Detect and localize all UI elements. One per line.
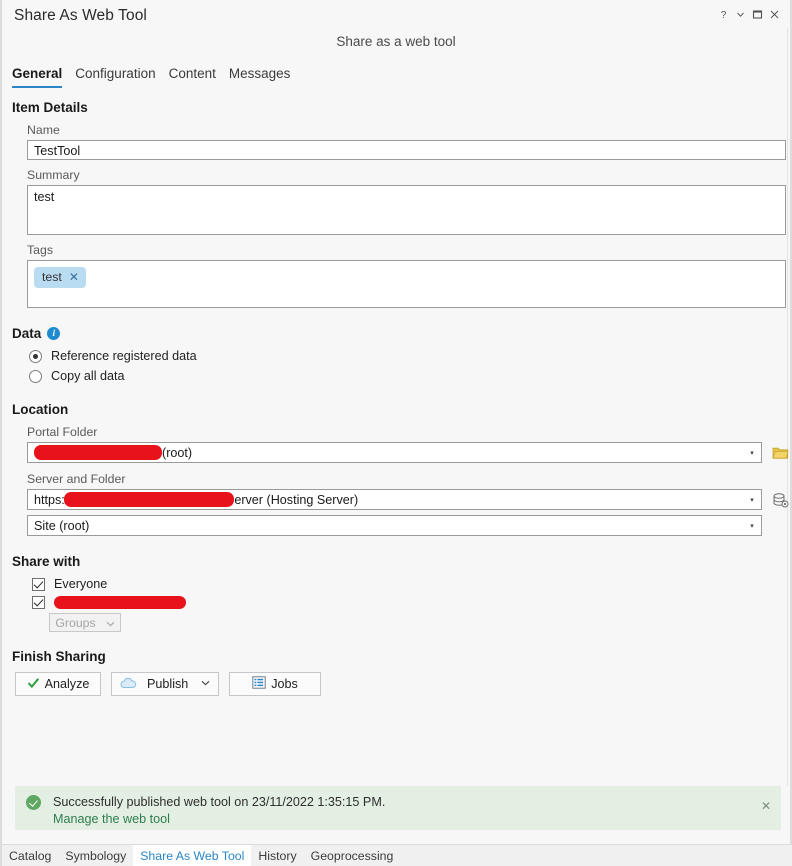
redaction-mark [64,492,235,507]
close-icon[interactable] [766,6,783,23]
checkbox-label: Everyone [54,577,108,591]
data-heading-label: Data [12,326,42,341]
name-input[interactable]: TestTool [27,140,786,160]
folder-icon[interactable] [771,444,789,462]
site-row: Site (root) ▾ [27,515,790,536]
status-message-text: Successfully published web tool on 23/11… [53,794,385,828]
chevron-down-icon[interactable]: ▾ [743,496,761,504]
server-settings-icon[interactable] [771,491,789,509]
jobs-label: Jobs [271,677,298,691]
checkbox-label-redacted [54,595,186,610]
radio-indicator [29,349,42,363]
server-value: https:/ erver (Hosting Server) [34,492,743,507]
site-value: Site (root) [34,518,90,533]
checkmark-icon [27,677,40,692]
groups-dropdown-button[interactable]: Groups [49,613,121,632]
page-title: Share As Web Tool [14,7,147,24]
data-heading: Data i [12,326,790,341]
panel-content: Item Details Name TestTool Summary test … [2,100,790,696]
server-prefix-text: https:/ [34,492,69,507]
server-suffix-text: erver (Hosting Server) [234,492,359,507]
dock-tab-share-as-web-tool[interactable]: Share As Web Tool [133,845,252,866]
chevron-down-icon[interactable] [732,6,749,23]
jobs-button[interactable]: Jobs [229,672,321,696]
finish-sharing-buttons: Analyze Publish Jobs [15,672,790,696]
analyze-label: Analyze [44,677,90,691]
success-icon [26,795,41,810]
finish-sharing-heading-label: Finish Sharing [12,649,106,664]
dock-tab-symbology[interactable]: Symbology [58,845,133,866]
radio-label: Copy all data [51,369,125,383]
checkbox-everyone[interactable]: Everyone [32,577,790,591]
server-dropdown[interactable]: https:/ erver (Hosting Server) ▾ [27,489,762,510]
chevron-down-icon [106,616,115,630]
checkbox-indicator [32,595,45,609]
tab-messages[interactable]: Messages [229,66,291,88]
tags-input[interactable]: test ✕ [27,260,786,308]
tag-remove-icon[interactable]: ✕ [69,271,79,283]
dock-tab-history[interactable]: History [251,845,303,866]
radio-reference-registered-data[interactable]: Reference registered data [29,349,790,363]
checkbox-indicator [32,577,45,591]
portal-folder-dropdown[interactable]: (root) ▾ [27,442,762,463]
summary-label: Summary [27,168,80,182]
redaction-mark [54,596,186,610]
manage-web-tool-link[interactable]: Manage the web tool [53,812,170,826]
tab-content[interactable]: Content [169,66,216,88]
close-icon[interactable]: ✕ [761,799,771,813]
server-and-folder-row: https:/ erver (Hosting Server) ▾ [27,489,790,510]
item-details-heading-label: Item Details [12,100,88,115]
panel-subtitle: Share as a web tool [336,34,456,49]
share-with-heading: Share with [12,554,790,569]
location-heading-label: Location [12,402,69,417]
tag-label: test [42,270,62,284]
finish-sharing-heading: Finish Sharing [12,649,790,664]
radio-label: Reference registered data [51,349,197,363]
chevron-down-icon[interactable]: ▾ [743,449,761,457]
status-message-line: Successfully published web tool on 23/11… [53,795,386,809]
chevron-down-icon[interactable]: ▾ [743,522,761,530]
cloud-icon [120,677,137,692]
redaction-mark [34,445,162,460]
radio-copy-all-data[interactable]: Copy all data [29,369,790,383]
name-label: Name [27,123,60,137]
dock-tab-bar: Catalog Symbology Share As Web Tool Hist… [2,844,792,866]
help-icon[interactable]: ? [715,6,732,23]
checkbox-redacted-group[interactable] [32,595,790,610]
server-and-folder-label: Server and Folder [27,472,126,486]
info-icon[interactable]: i [47,327,61,340]
share-as-web-tool-panel: Share As Web Tool ? Share as a web tool … [0,0,792,866]
tab-general[interactable]: General [12,66,63,88]
list-icon [252,676,266,692]
portal-folder-value: (root) [34,445,743,460]
location-heading: Location [12,402,790,417]
item-details-heading: Item Details [12,100,790,115]
svg-text:?: ? [721,10,727,20]
tags-label: Tags [27,243,53,257]
window-controls: ? [715,6,783,23]
chevron-down-icon[interactable] [201,680,212,688]
title-bar: Share As Web Tool ? [2,0,790,32]
analyze-button[interactable]: Analyze [15,672,101,696]
share-with-heading-label: Share with [12,554,81,569]
tag-chip[interactable]: test ✕ [34,267,86,288]
portal-folder-row: (root) ▾ [27,442,790,463]
summary-input[interactable]: test [27,185,786,235]
maximize-icon[interactable] [749,6,766,23]
tab-configuration[interactable]: Configuration [75,66,155,88]
dock-tab-catalog[interactable]: Catalog [2,845,58,866]
publish-label: Publish [147,677,189,691]
site-dropdown[interactable]: Site (root) ▾ [27,515,762,536]
radio-indicator [29,369,42,383]
groups-label: Groups [55,615,96,630]
portal-folder-text: (root) [162,445,193,460]
tab-bar: General Configuration Content Messages [12,66,290,88]
dock-tab-geoprocessing[interactable]: Geoprocessing [304,845,401,866]
portal-folder-label: Portal Folder [27,425,98,439]
publish-button[interactable]: Publish [111,672,219,696]
status-message-bar: Successfully published web tool on 23/11… [15,786,781,830]
